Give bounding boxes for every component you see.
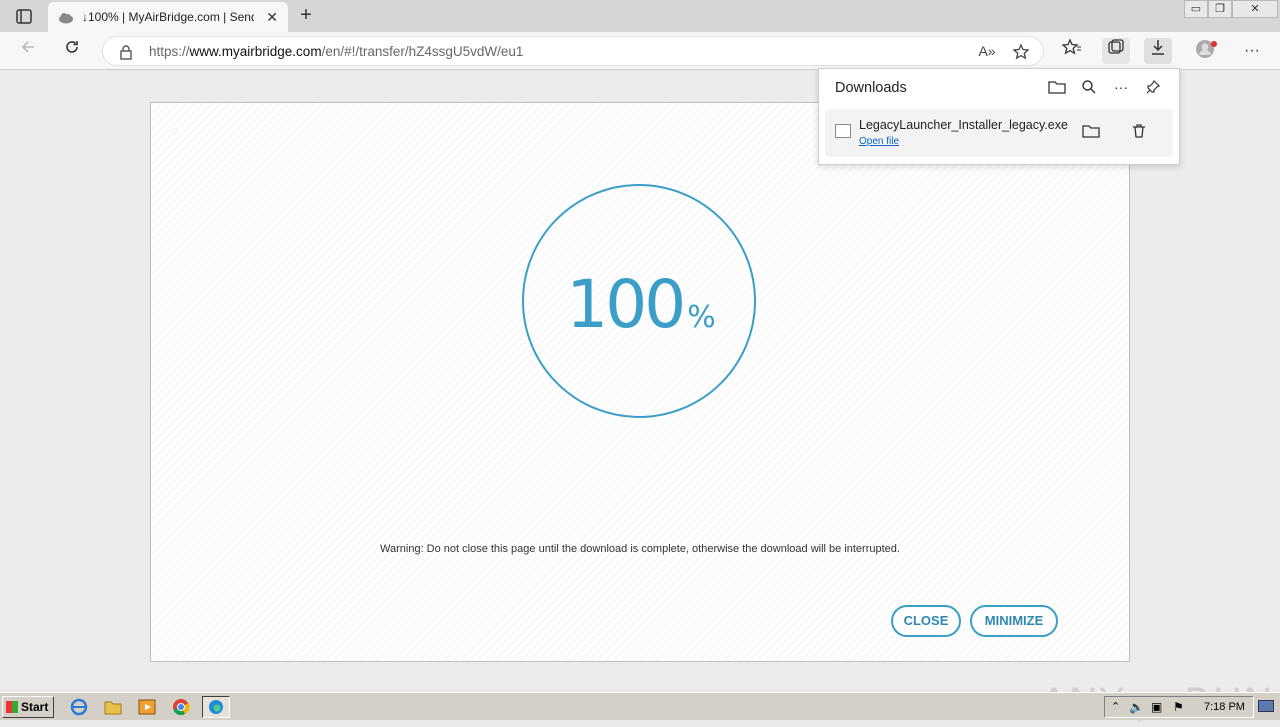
start-button[interactable]: Start	[2, 696, 54, 718]
minimize-button[interactable]: MINIMIZE	[970, 605, 1058, 637]
taskbar-clock: 7:18 PM	[1204, 701, 1245, 713]
browser-tab[interactable]: ↓100% | MyAirBridge.com | Send ✕	[48, 2, 288, 32]
more-menu-icon[interactable]: ···	[1238, 38, 1266, 64]
refresh-icon[interactable]	[58, 38, 86, 64]
downloads-icon[interactable]	[1144, 38, 1172, 64]
new-tab-button[interactable]: +	[294, 4, 318, 28]
delete-icon[interactable]	[1129, 123, 1149, 143]
cloud-icon	[58, 11, 74, 24]
downloads-title: Downloads	[835, 80, 907, 96]
more-options-icon[interactable]: ···	[1111, 79, 1131, 97]
read-aloud-icon[interactable]: A»	[977, 43, 997, 61]
tray-expand-icon[interactable]: ⌃	[1111, 700, 1120, 713]
downloads-panel: Downloads ··· LegacyLauncher_Installer_l…	[818, 68, 1180, 165]
download-item[interactable]: LegacyLauncher_Installer_legacy.exe Open…	[825, 109, 1173, 157]
tab-title: ↓100% | MyAirBridge.com | Send	[82, 10, 254, 24]
lock-icon	[119, 44, 133, 60]
edge-icon[interactable]	[202, 696, 230, 718]
progress-ring: 100%	[522, 184, 756, 418]
back-icon[interactable]	[14, 38, 42, 64]
favorites-icon[interactable]	[1058, 38, 1086, 64]
transfer-modal: ⌂ 100% Warning: Do not close this page u…	[150, 102, 1130, 662]
profile-avatar[interactable]	[1192, 38, 1220, 64]
close-window-button[interactable]: ✕	[1232, 0, 1278, 18]
warning-text: Warning: Do not close this page until th…	[380, 543, 900, 555]
download-file-name: LegacyLauncher_Installer_legacy.exe	[859, 118, 1068, 132]
action-center-flag-icon[interactable]: ⚑	[1173, 700, 1184, 714]
file-icon	[835, 124, 851, 138]
chrome-icon[interactable]	[170, 697, 192, 717]
minimize-window-button[interactable]: ▭	[1184, 0, 1208, 18]
windows-logo-icon	[6, 701, 18, 713]
show-desktop-icon[interactable]	[1258, 700, 1274, 712]
show-in-folder-icon[interactable]	[1081, 123, 1101, 143]
restore-window-button[interactable]: ❐	[1208, 0, 1232, 18]
progress-value: 100%	[566, 266, 716, 343]
media-player-icon[interactable]	[136, 697, 158, 717]
address-bar[interactable]: https://www.myairbridge.com/en/#!/transf…	[102, 36, 1044, 66]
close-button[interactable]: CLOSE	[891, 605, 961, 637]
volume-icon[interactable]: 🔈	[1129, 700, 1144, 714]
tab-close-icon[interactable]: ✕	[266, 9, 278, 26]
add-favorite-icon[interactable]	[1011, 43, 1031, 61]
tab-actions-icon[interactable]	[10, 6, 38, 28]
pin-icon[interactable]	[1143, 79, 1163, 97]
home-icon: ⌂	[171, 123, 179, 137]
open-file-link[interactable]: Open file	[859, 136, 899, 147]
network-icon[interactable]: ▣	[1151, 700, 1162, 714]
tab-bar: ↓100% | MyAirBridge.com | Send ✕ + ▭ ❐ ✕	[0, 0, 1280, 32]
search-icon[interactable]	[1079, 79, 1099, 97]
browser-toolbar: https://www.myairbridge.com/en/#!/transf…	[0, 32, 1280, 70]
taskbar: Start ⌃ 🔈 ▣ ⚑ 7:18 PM	[0, 692, 1280, 720]
ie-icon[interactable]	[68, 697, 90, 717]
open-folder-icon[interactable]	[1047, 79, 1067, 97]
folder-icon[interactable]	[102, 697, 124, 717]
url-text: https://www.myairbridge.com/en/#!/transf…	[149, 44, 524, 59]
collections-icon[interactable]	[1102, 38, 1130, 64]
